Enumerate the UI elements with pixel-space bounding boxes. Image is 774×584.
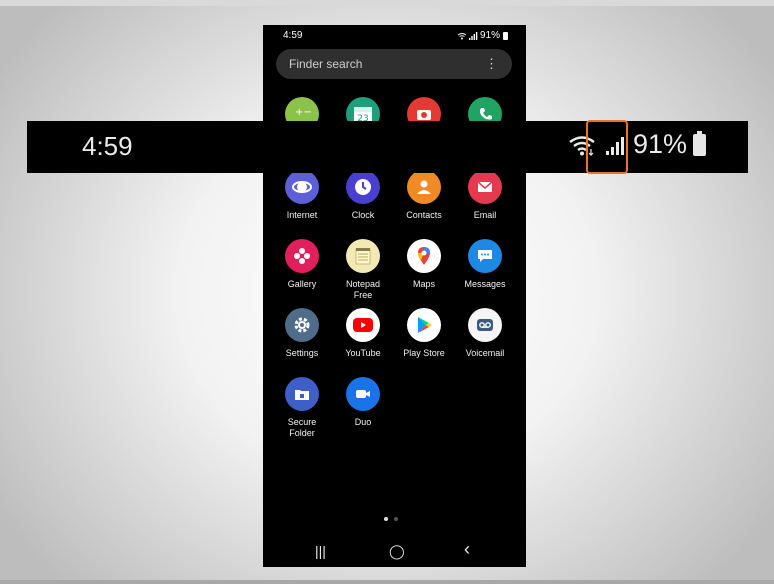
- settings-icon: [285, 308, 319, 342]
- app-messages[interactable]: Messages: [455, 239, 515, 290]
- app-duo[interactable]: Duo: [333, 377, 393, 428]
- voicemail-icon: [468, 308, 502, 342]
- battery-icon: [693, 130, 706, 156]
- app-label: YouTube: [345, 348, 381, 358]
- app-settings[interactable]: Settings: [272, 308, 332, 359]
- app-voicemail[interactable]: Voicemail: [455, 308, 515, 359]
- app-label: Contacts: [406, 210, 442, 220]
- slide-bottom-border: [0, 580, 774, 584]
- secure-folder-icon: [285, 377, 319, 411]
- app-label: Secure Folder: [287, 417, 317, 438]
- app-label: Maps: [412, 279, 435, 289]
- youtube-icon: [346, 308, 380, 342]
- app-label: Duo: [354, 417, 372, 427]
- play-store-icon: [407, 308, 441, 342]
- search-placeholder: Finder search: [289, 57, 363, 71]
- app-label: Play Store: [403, 348, 445, 358]
- notepad-icon: [346, 239, 380, 273]
- status-right: 91%: [457, 30, 508, 41]
- page-indicator[interactable]: [384, 517, 398, 521]
- battery-percent: 91%: [479, 30, 500, 41]
- back-button[interactable]: ‹: [464, 539, 470, 560]
- app-label: Internet: [286, 210, 318, 220]
- app-maps[interactable]: Maps: [394, 239, 454, 290]
- app-label: Email: [473, 210, 497, 220]
- app-secure-folder[interactable]: Secure Folder: [272, 377, 332, 439]
- app-notepad-free[interactable]: Notepad Free: [333, 239, 393, 301]
- status-time: 4:59: [283, 30, 303, 41]
- zoomed-battery-percent: 91%: [632, 129, 687, 159]
- phone-screen: 4:59 91% Finder search ⋮ +− 23 Internet …: [263, 25, 526, 567]
- messages-icon: [468, 239, 502, 273]
- app-label: Voicemail: [465, 348, 505, 358]
- signal-icon: [468, 31, 478, 40]
- app-internet[interactable]: Internet: [272, 170, 332, 221]
- app-contacts[interactable]: Contacts: [394, 170, 454, 221]
- gallery-icon: [285, 239, 319, 273]
- app-play-store[interactable]: Play Store: [394, 308, 454, 359]
- app-label: Clock: [351, 210, 375, 220]
- status-bar: 4:59 91%: [263, 25, 526, 45]
- internet-icon: [285, 170, 319, 204]
- zoomed-status-bar: 4:59 91%: [27, 121, 748, 173]
- recents-button[interactable]: |||: [315, 543, 326, 559]
- email-icon: [468, 170, 502, 204]
- clock-icon: [346, 170, 380, 204]
- page-dot-active: [384, 517, 388, 521]
- app-email[interactable]: Email: [455, 170, 515, 221]
- maps-icon: [407, 239, 441, 273]
- slide-top-border: [0, 0, 774, 6]
- app-label: Notepad Free: [345, 279, 381, 300]
- navigation-bar: ||| ◯ ‹: [263, 535, 526, 567]
- app-label: Gallery: [287, 279, 317, 289]
- more-options-icon[interactable]: ⋮: [485, 56, 498, 72]
- app-youtube[interactable]: YouTube: [333, 308, 393, 359]
- svg-text:+−: +−: [295, 107, 312, 118]
- zoomed-time: 4:59: [82, 131, 133, 161]
- contacts-icon: [407, 170, 441, 204]
- app-clock[interactable]: Clock: [333, 170, 393, 221]
- app-label: Settings: [285, 348, 319, 358]
- app-label: Messages: [464, 279, 506, 289]
- app-gallery[interactable]: Gallery: [272, 239, 332, 290]
- duo-icon: [346, 377, 380, 411]
- battery-icon: [503, 31, 508, 40]
- finder-search-bar[interactable]: Finder search ⋮: [276, 49, 512, 79]
- home-button[interactable]: ◯: [389, 543, 405, 560]
- page-dot: [394, 517, 398, 521]
- wifi-icon: [457, 32, 467, 39]
- signal-highlight-box: [586, 120, 628, 174]
